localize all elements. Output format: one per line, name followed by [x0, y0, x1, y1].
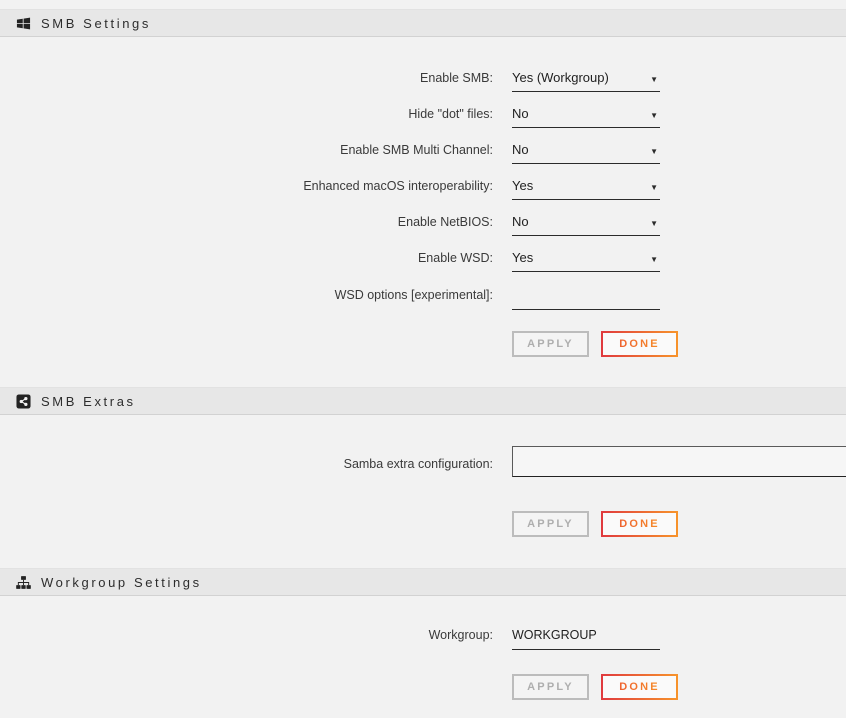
- section-title: SMB Extras: [41, 394, 136, 409]
- chevron-down-icon: ▼: [650, 111, 660, 121]
- workgroup-settings-form: Workgroup: APPLY DONE: [0, 626, 846, 700]
- form-row: Enable SMB: Yes (Workgroup) ▼: [0, 70, 846, 92]
- section-header-smb-settings: SMB Settings: [0, 9, 846, 37]
- done-button[interactable]: DONE: [601, 331, 678, 357]
- button-row: APPLY DONE: [512, 331, 846, 357]
- section-header-workgroup-settings: Workgroup Settings: [0, 568, 846, 596]
- chevron-down-icon: ▼: [650, 147, 660, 157]
- workgroup-input[interactable]: [512, 628, 660, 650]
- chevron-down-icon: ▼: [650, 183, 660, 193]
- form-row: WSD options [experimental]:: [0, 286, 846, 310]
- section-title: SMB Settings: [41, 16, 151, 31]
- button-row: APPLY DONE: [512, 511, 846, 537]
- hide-dot-files-select[interactable]: No ▼: [512, 106, 660, 128]
- form-row: Enhanced macOS interoperability: Yes ▼: [0, 178, 846, 200]
- field-label: Enhanced macOS interoperability:: [0, 179, 493, 194]
- enable-wsd-select[interactable]: Yes ▼: [512, 250, 660, 272]
- form-row: Enable SMB Multi Channel: No ▼: [0, 142, 846, 164]
- windows-icon: [16, 16, 31, 31]
- chevron-down-icon: ▼: [650, 255, 660, 265]
- wsd-options-input[interactable]: [512, 288, 660, 310]
- field-label: Enable WSD:: [0, 251, 493, 266]
- field-label: Enable NetBIOS:: [0, 215, 493, 230]
- form-row: Samba extra configuration:: [0, 446, 846, 482]
- form-row: Workgroup:: [0, 626, 846, 650]
- field-label: Enable SMB:: [0, 71, 493, 86]
- apply-button[interactable]: APPLY: [512, 331, 589, 357]
- done-button[interactable]: DONE: [601, 511, 678, 537]
- settings-page: SMB Settings Enable SMB: Yes (Workgroup)…: [0, 0, 846, 700]
- samba-extra-config-textarea[interactable]: [512, 446, 846, 477]
- section-title: Workgroup Settings: [41, 575, 202, 590]
- field-label: WSD options [experimental]:: [0, 288, 493, 303]
- enable-smb-select[interactable]: Yes (Workgroup) ▼: [512, 70, 660, 92]
- smb-settings-form: Enable SMB: Yes (Workgroup) ▼ Hide "dot"…: [0, 70, 846, 357]
- enable-netbios-select[interactable]: No ▼: [512, 214, 660, 236]
- chevron-down-icon: ▼: [650, 75, 660, 85]
- field-label: Samba extra configuration:: [0, 456, 493, 472]
- smb-multi-channel-select[interactable]: No ▼: [512, 142, 660, 164]
- done-button[interactable]: DONE: [601, 674, 678, 700]
- smb-extras-form: Samba extra configuration: APPLY DONE: [0, 446, 846, 537]
- form-row: Hide "dot" files: No ▼: [0, 106, 846, 128]
- section-header-smb-extras: SMB Extras: [0, 387, 846, 415]
- sitemap-icon: [16, 575, 31, 590]
- share-icon: [16, 394, 31, 409]
- form-row: Enable WSD: Yes ▼: [0, 250, 846, 272]
- button-row: APPLY DONE: [512, 674, 846, 700]
- field-label: Workgroup:: [0, 628, 493, 643]
- macos-interoperability-select[interactable]: Yes ▼: [512, 178, 660, 200]
- chevron-down-icon: ▼: [650, 219, 660, 229]
- field-label: Hide "dot" files:: [0, 107, 493, 122]
- apply-button[interactable]: APPLY: [512, 674, 589, 700]
- field-label: Enable SMB Multi Channel:: [0, 143, 493, 158]
- form-row: Enable NetBIOS: No ▼: [0, 214, 846, 236]
- apply-button[interactable]: APPLY: [512, 511, 589, 537]
